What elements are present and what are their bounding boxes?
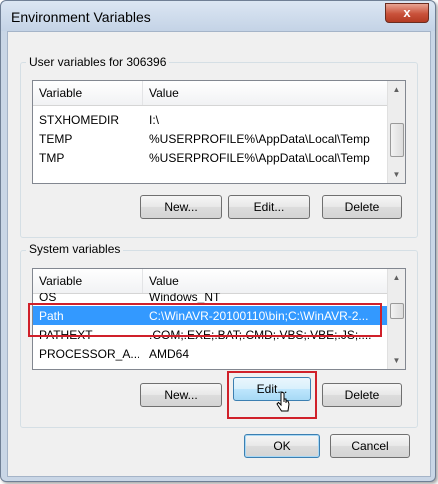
list-item[interactable]: PROCESSOR_A... AMD64	[33, 344, 388, 363]
scroll-up-arrow-icon[interactable]: ▲	[388, 81, 405, 98]
list-header: Variable Value	[33, 81, 388, 106]
scrollbar-thumb[interactable]	[390, 303, 404, 319]
ok-button[interactable]: OK	[244, 434, 320, 458]
variable-name: PROCESSOR_A...	[39, 347, 139, 361]
scroll-down-arrow-icon[interactable]: ▼	[388, 352, 405, 369]
user-variables-label: User variables for 306396	[26, 55, 170, 69]
user-delete-button[interactable]: Delete	[322, 195, 402, 219]
variable-value: I:\	[149, 113, 160, 127]
list-header: Variable Value	[33, 269, 388, 294]
system-new-button[interactable]: New...	[140, 383, 222, 407]
close-icon[interactable]: x	[385, 3, 429, 23]
variable-value: %USERPROFILE%\AppData\Local\Temp	[149, 132, 370, 146]
list-item[interactable]: TMP %USERPROFILE%\AppData\Local\Temp	[33, 148, 388, 167]
environment-variables-window: Environment Variables x User variables f…	[0, 0, 436, 482]
system-delete-button[interactable]: Delete	[322, 383, 402, 407]
vertical-scrollbar[interactable]: ▲ ▼	[387, 81, 405, 183]
window-title: Environment Variables	[11, 9, 151, 25]
column-header-variable[interactable]: Variable	[39, 86, 82, 100]
variable-value: AMD64	[149, 347, 190, 361]
column-header-variable[interactable]: Variable	[39, 274, 82, 288]
system-variables-label: System variables	[26, 242, 124, 256]
user-variables-list[interactable]: Variable Value STXHOMEDIR I:\ TEMP %USER…	[32, 80, 406, 184]
variable-name: TEMP	[39, 132, 73, 146]
list-item[interactable]: TEMP %USERPROFILE%\AppData\Local\Temp	[33, 129, 388, 148]
scroll-down-arrow-icon[interactable]: ▼	[388, 166, 405, 183]
variable-value: %USERPROFILE%\AppData\Local\Temp	[149, 151, 370, 165]
dialog-body: User variables for 306396 Variable Value…	[7, 31, 431, 477]
path-highlight-box	[28, 303, 382, 337]
user-new-button[interactable]: New...	[140, 195, 222, 219]
edit-highlight-box	[227, 371, 317, 419]
column-header-value[interactable]: Value	[149, 86, 179, 100]
column-divider[interactable]	[142, 269, 143, 293]
column-header-value[interactable]: Value	[149, 274, 179, 288]
column-divider[interactable]	[142, 81, 143, 105]
scroll-up-arrow-icon[interactable]: ▲	[388, 269, 405, 286]
user-edit-button[interactable]: Edit...	[228, 195, 310, 219]
scrollbar-thumb[interactable]	[390, 123, 404, 157]
variable-name: STXHOMEDIR	[39, 113, 120, 127]
cancel-button[interactable]: Cancel	[330, 434, 410, 458]
list-item[interactable]: STXHOMEDIR I:\	[33, 110, 388, 129]
mouse-pointer-icon	[276, 391, 290, 412]
title-bar[interactable]: Environment Variables x	[1, 1, 435, 31]
vertical-scrollbar[interactable]: ▲ ▼	[387, 269, 405, 369]
variable-name: TMP	[39, 151, 65, 165]
